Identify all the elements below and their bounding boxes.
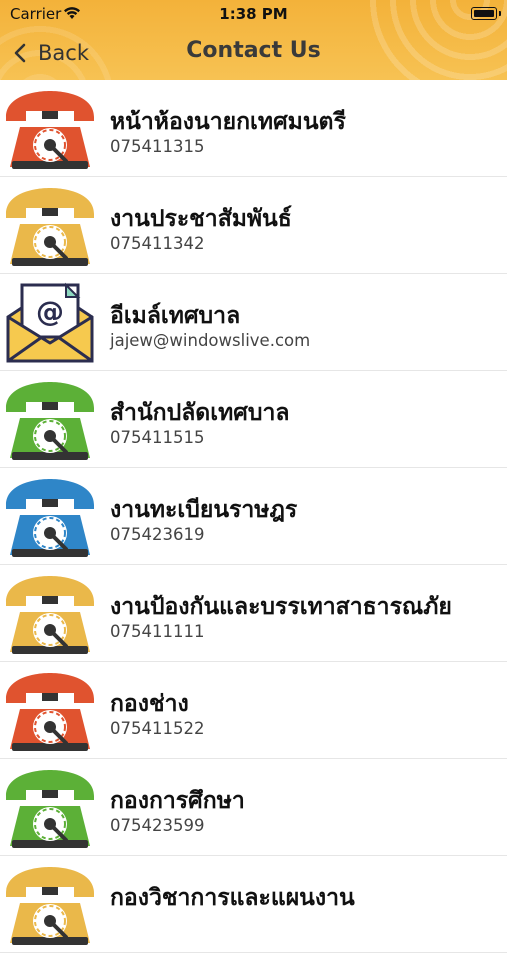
contact-title: สำนักปลัดเทศบาล bbox=[110, 400, 290, 426]
contact-title: กองวิชาการและแผนงาน bbox=[110, 885, 355, 911]
status-bar: Carrier 1:38 PM bbox=[0, 0, 507, 28]
contact-row[interactable]: งานประชาสัมพันธ์ 075411342 bbox=[0, 177, 507, 274]
telephone-icon bbox=[2, 766, 98, 850]
contact-detail: 075411315 bbox=[110, 137, 205, 156]
battery-cap bbox=[499, 11, 501, 16]
telephone-icon bbox=[2, 475, 98, 559]
contact-detail: 075411342 bbox=[110, 234, 205, 253]
telephone-icon bbox=[2, 572, 98, 656]
contact-detail: 075411522 bbox=[110, 719, 205, 738]
telephone-icon bbox=[2, 87, 98, 171]
contact-row[interactable]: งานทะเบียนราษฎร 075423619 bbox=[0, 468, 507, 565]
telephone-icon bbox=[2, 863, 98, 947]
telephone-icon bbox=[2, 669, 98, 753]
contact-title: อีเมล์เทศบาล bbox=[110, 303, 241, 329]
contact-row[interactable]: กองช่าง 075411522 bbox=[0, 662, 507, 759]
contact-title: กองช่าง bbox=[110, 691, 189, 717]
svg-text:@: @ bbox=[36, 295, 64, 328]
contact-row[interactable]: กองวิชาการและแผนงาน bbox=[0, 856, 507, 953]
envelope-icon: @ bbox=[2, 281, 98, 365]
contact-title: กองการศึกษา bbox=[110, 788, 245, 814]
contact-detail: 075423619 bbox=[110, 525, 205, 544]
contact-title: งานทะเบียนราษฎร bbox=[110, 497, 298, 523]
contact-row[interactable]: หน้าห้องนายกเทศมนตรี 075411315 bbox=[0, 80, 507, 177]
contact-row[interactable]: @ อีเมล์เทศบาล jajew@windowslive.com bbox=[0, 274, 507, 371]
contact-title: งานประชาสัมพันธ์ bbox=[110, 206, 292, 232]
contact-row[interactable]: งานป้องกันและบรรเทาสาธารณภัย 075411111 bbox=[0, 565, 507, 662]
contact-detail: 075411111 bbox=[110, 622, 205, 641]
contact-detail: jajew@windowslive.com bbox=[110, 331, 311, 350]
contact-title: หน้าห้องนายกเทศมนตรี bbox=[110, 109, 346, 135]
telephone-icon bbox=[2, 378, 98, 462]
telephone-icon bbox=[2, 184, 98, 268]
navigation-header: Carrier 1:38 PM Back Contact Us bbox=[0, 0, 507, 80]
contact-title: งานป้องกันและบรรเทาสาธารณภัย bbox=[110, 594, 452, 620]
battery-icon bbox=[471, 7, 497, 20]
contact-row[interactable]: กองการศึกษา 075423599 bbox=[0, 759, 507, 856]
contact-row[interactable]: สำนักปลัดเทศบาล 075411515 bbox=[0, 371, 507, 468]
page-title: Contact Us bbox=[186, 38, 321, 63]
contact-list: หน้าห้องนายกเทศมนตรี 075411315 งานประชาสัม… bbox=[0, 80, 507, 953]
clock-label: 1:38 PM bbox=[219, 5, 288, 23]
contact-detail: 075411515 bbox=[110, 428, 205, 447]
contact-detail: 075423599 bbox=[110, 816, 205, 835]
